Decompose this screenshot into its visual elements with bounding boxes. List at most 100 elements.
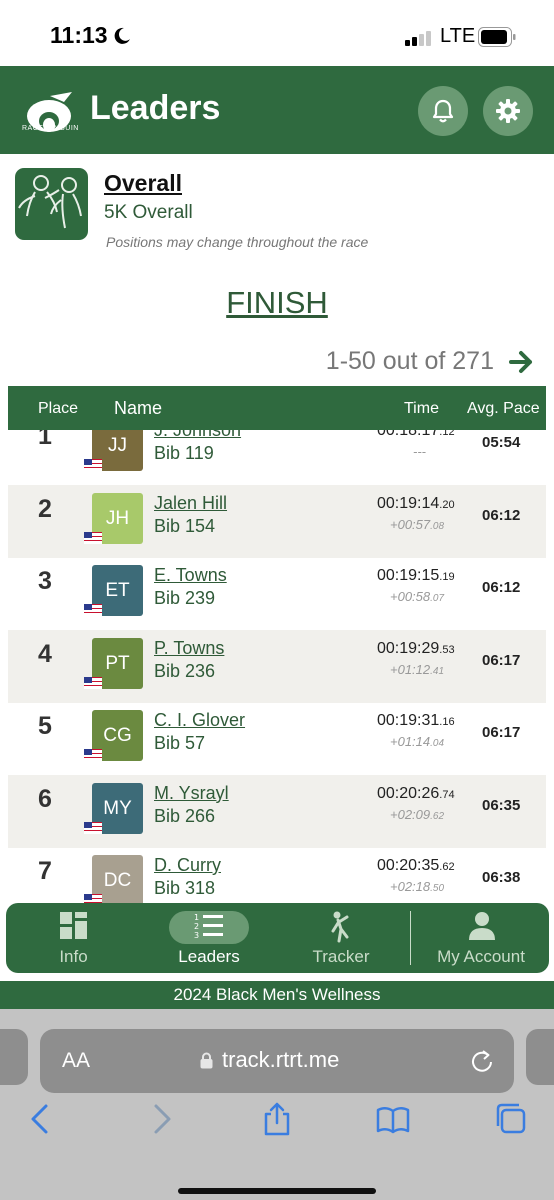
person-icon — [469, 912, 495, 940]
time-gap: +01:14.04 — [390, 734, 444, 749]
finish-time-value: 00:20:26 — [377, 784, 440, 802]
finish-time: 00:18:17.12 — [377, 430, 455, 440]
finish-time: 00:19:15.19 — [377, 567, 455, 585]
athlete-name-link[interactable]: Jalen Hill — [154, 493, 227, 514]
finish-time: 00:20:26.74 — [377, 785, 455, 803]
athlete-name-link[interactable]: D. Curry — [154, 855, 221, 876]
svg-text:3: 3 — [194, 931, 199, 940]
table-row[interactable]: 4 PT P. Towns Bib 236 00:19:29.53 +01:12.41 06… — [8, 629, 546, 703]
finish-time-fraction: .12 — [439, 430, 455, 438]
athlete-name-link[interactable]: C. I. Glover — [154, 710, 245, 731]
table-row[interactable]: 2 JH Jalen Hill Bib 154 00:19:14.20 +00:57.08… — [8, 484, 546, 558]
browser-toolbar: AA track.rtrt.me — [0, 1009, 554, 1200]
athlete-name-link[interactable]: M. Ysrayl — [154, 783, 229, 804]
place-number: 3 — [38, 567, 52, 595]
time-gap: +00:58.07 — [390, 589, 444, 604]
reader-settings-button[interactable]: AA — [62, 1049, 90, 1073]
forward-icon[interactable] — [144, 1102, 178, 1136]
athlete-name-link[interactable]: E. Towns — [154, 565, 227, 586]
time-gap: --- — [413, 444, 426, 459]
race-runners-icon — [15, 168, 88, 240]
time-gap-value: +01:14 — [390, 734, 431, 749]
finish-time-fraction: .62 — [439, 861, 455, 873]
tabs-icon[interactable] — [494, 1102, 528, 1136]
finish-time-value: 00:19:14 — [377, 494, 440, 512]
tab-info[interactable]: Info — [31, 903, 116, 973]
runner-icon — [331, 911, 349, 943]
tab-my-account[interactable]: My Account — [426, 903, 536, 973]
next-page-arrow-icon[interactable] — [508, 348, 536, 376]
avg-pace: 06:12 — [482, 579, 521, 596]
place-number: 4 — [38, 639, 52, 668]
url-text[interactable]: track.rtrt.me — [222, 1047, 339, 1073]
tab-tracker-label: Tracker — [312, 947, 370, 966]
share-icon[interactable] — [260, 1102, 294, 1136]
time-gap: +01:12.41 — [390, 662, 444, 677]
race-subtitle: 5K Overall — [104, 202, 193, 223]
us-flag-icon — [84, 531, 102, 544]
battery-icon — [478, 27, 516, 47]
paging-label: 1-50 out of 271 — [325, 347, 494, 375]
page-title: Leaders — [90, 89, 221, 127]
time-gap-value: +00:58 — [390, 589, 431, 604]
tab-tracker[interactable]: Tracker — [296, 903, 386, 973]
finish-time: 00:19:14.20 — [377, 495, 455, 513]
table-row[interactable]: 3 ET E. Towns Bib 239 00:19:15.19 +00:58.07 06… — [8, 557, 546, 630]
time-gap-value: --- — [413, 444, 426, 459]
table-row[interactable]: 6 MY M. Ysrayl Bib 266 00:20:26.74 +02:09.62 0… — [8, 774, 546, 848]
tab-leaders-label: Leaders — [178, 947, 240, 966]
race-note: Positions may change throughout the race — [106, 234, 369, 250]
avg-pace: 06:35 — [482, 796, 521, 814]
time-gap-fraction: .08 — [430, 520, 445, 532]
finish-time: 00:19:29.53 — [377, 640, 455, 658]
signal-icon — [405, 30, 435, 46]
lock-icon — [200, 1052, 213, 1069]
athlete-name-link[interactable]: P. Towns — [154, 638, 224, 659]
home-indicator — [178, 1188, 376, 1194]
avg-pace: 05:54 — [482, 434, 521, 451]
avg-pace: 06:17 — [482, 724, 521, 741]
avg-pace: 06:17 — [482, 651, 521, 669]
col-time: Time — [404, 400, 439, 417]
event-banner: 2024 Black Men's Wellness — [0, 981, 554, 1009]
finish-time-value: 00:19:29 — [377, 639, 440, 657]
finish-time-fraction: .74 — [439, 788, 455, 801]
bookmarks-icon[interactable] — [376, 1102, 410, 1136]
us-flag-icon — [84, 821, 102, 834]
place-number: 7 — [38, 857, 52, 885]
back-icon[interactable] — [24, 1102, 58, 1136]
finish-time: 00:19:31.16 — [377, 712, 455, 730]
finish-time-fraction: .19 — [439, 571, 455, 583]
finish-time-fraction: .53 — [439, 643, 455, 656]
bib-number: Bib 236 — [154, 660, 216, 681]
next-tab-edge[interactable] — [526, 1029, 554, 1085]
status-bar: 11:13 LTE — [0, 0, 554, 66]
previous-tab-edge[interactable] — [0, 1029, 28, 1085]
table-row[interactable]: 7 DC D. Curry Bib 318 00:20:35.62 +02:18.50 06… — [8, 847, 546, 910]
finish-time-value: 00:19:15 — [377, 567, 440, 584]
time-gap: +02:09.62 — [390, 807, 444, 822]
place-number: 6 — [38, 784, 52, 813]
leaderboard-table[interactable]: 1 JJ J. Johnson Bib 119 00:18:17.12 --- 05:54 2… — [8, 430, 546, 910]
time-gap-value: +02:18 — [390, 879, 431, 894]
table-row[interactable]: 5 CG C. I. Glover Bib 57 00:19:31.16 +01:14.0… — [8, 702, 546, 775]
section-title-finish[interactable]: FINISH — [0, 285, 554, 321]
time-gap-fraction: .62 — [430, 810, 445, 822]
athlete-name-link[interactable]: J. Johnson — [154, 430, 241, 441]
list-icon: 1 2 3 — [194, 913, 223, 940]
notifications-button[interactable] — [418, 86, 468, 136]
settings-button[interactable] — [483, 86, 533, 136]
reload-icon[interactable] — [470, 1049, 494, 1073]
status-time: 11:13 — [50, 22, 108, 48]
tab-leaders[interactable]: 1 2 3 Leaders — [164, 903, 254, 973]
grid-icon — [60, 912, 87, 939]
time-gap-value: +02:09 — [390, 806, 431, 822]
time-gap-fraction: .07 — [430, 593, 445, 604]
address-bar[interactable]: AA track.rtrt.me — [40, 1029, 514, 1093]
tab-my-account-label: My Account — [437, 947, 525, 966]
race-name-link[interactable]: Overall — [104, 170, 182, 197]
table-row[interactable]: 1 JJ J. Johnson Bib 119 00:18:17.12 --- 05:54 — [8, 430, 546, 485]
avg-pace: 06:38 — [482, 869, 521, 886]
time-gap-value: +00:57 — [390, 516, 431, 532]
avg-pace: 06:12 — [482, 506, 521, 524]
